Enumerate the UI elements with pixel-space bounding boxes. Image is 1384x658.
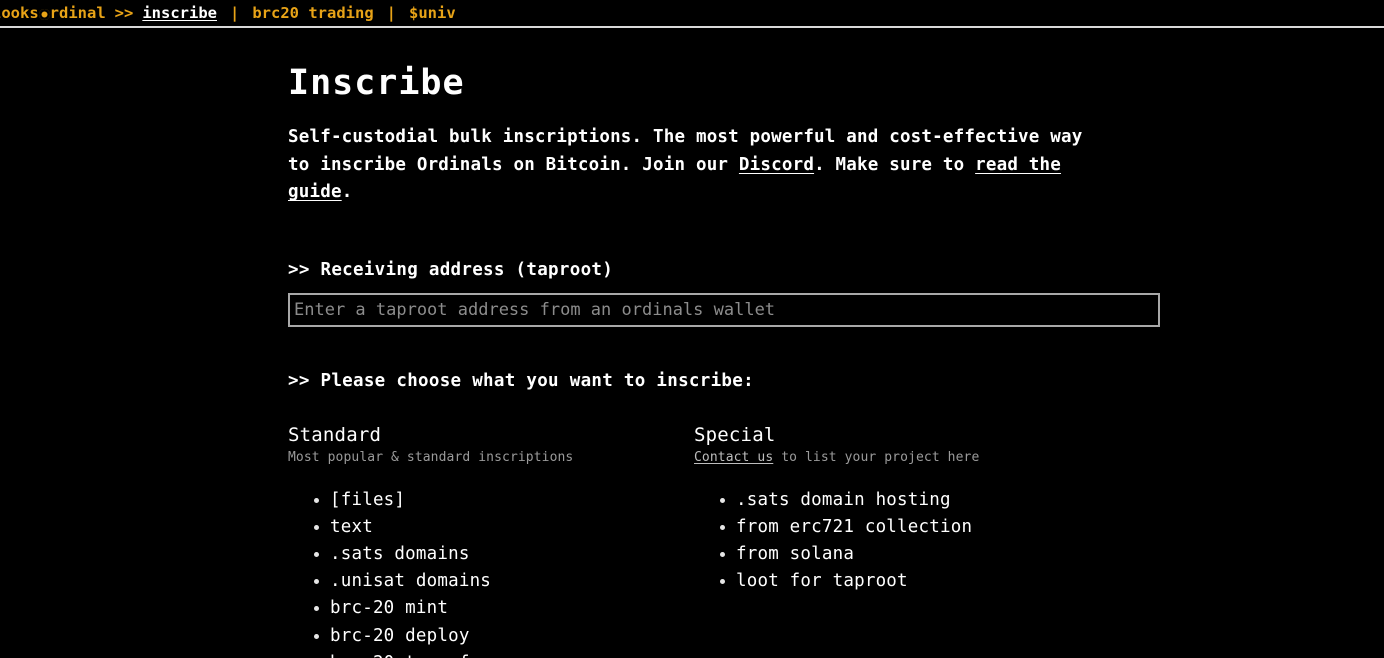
nav-separator-2: | — [386, 4, 397, 22]
list-item[interactable]: [files] — [288, 487, 694, 514]
list-item[interactable]: .sats domains — [288, 541, 694, 568]
special-subtitle-text: to list your project here — [773, 449, 980, 465]
discord-link[interactable]: Discord — [739, 155, 814, 175]
standard-column: Standard Most popular & standard inscrip… — [288, 424, 694, 658]
description-part-3: . — [341, 182, 353, 203]
list-item[interactable]: brc-20 deploy — [288, 623, 694, 650]
list-item[interactable]: .unisat domains — [288, 568, 694, 595]
receiving-address-row — [288, 292, 1384, 327]
inscription-options-columns: Standard Most popular & standard inscrip… — [288, 424, 1384, 658]
list-item[interactable]: loot for taproot — [694, 568, 1100, 595]
receiving-address-label: >> Receiving address (taproot) — [288, 259, 614, 280]
special-option-list: .sats domain hosting from erc721 collect… — [694, 487, 1100, 596]
list-item[interactable]: text — [288, 514, 694, 541]
brand-prefix: looks — [0, 4, 39, 22]
nav-item-inscribe[interactable]: inscribe — [142, 4, 217, 22]
standard-option-list: [files] text .sats domains .unisat domai… — [288, 487, 694, 658]
nav-item-univ[interactable]: $univ — [409, 4, 456, 22]
standard-column-title: Standard — [288, 423, 382, 446]
page-title: Inscribe — [288, 63, 465, 103]
special-column-subtitle: Contact us to list your project here — [694, 450, 1100, 465]
nav-item-brc20-trading[interactable]: brc20 trading — [252, 4, 373, 22]
nav-arrows-icon: >> — [114, 4, 134, 22]
nav-separator-1: | — [230, 4, 240, 22]
standard-subtitle-text: Most popular & standard inscriptions — [288, 449, 574, 465]
ordinal-dot-icon — [38, 8, 50, 20]
list-item[interactable]: from solana — [694, 541, 1100, 568]
contact-us-link[interactable]: Contact us — [694, 450, 773, 465]
page-description: Self-custodial bulk inscriptions. The mo… — [288, 124, 1098, 207]
brand-logo[interactable]: looks rdinal — [0, 4, 106, 22]
receiving-address-input[interactable] — [288, 292, 1160, 327]
top-navigation-bar: looksrdinal >> inscribe | brc20 trading … — [0, 0, 1384, 28]
standard-column-subtitle: Most popular & standard inscriptions — [288, 450, 694, 465]
page-content: Inscribe Self-custodial bulk inscription… — [0, 28, 1384, 658]
list-item[interactable]: brc-20 transfer — [288, 650, 694, 658]
list-item[interactable]: from erc721 collection — [694, 514, 1100, 541]
description-part-2: . Make sure to — [814, 154, 976, 175]
list-item[interactable]: .sats domain hosting — [694, 487, 1100, 514]
special-column: Special Contact us to list your project … — [694, 424, 1100, 658]
choose-inscription-label: >> Please choose what you want to inscri… — [288, 370, 754, 391]
list-item[interactable]: brc-20 mint — [288, 595, 694, 622]
brand-suffix: rdinal — [49, 4, 106, 22]
special-column-title: Special — [694, 423, 776, 446]
